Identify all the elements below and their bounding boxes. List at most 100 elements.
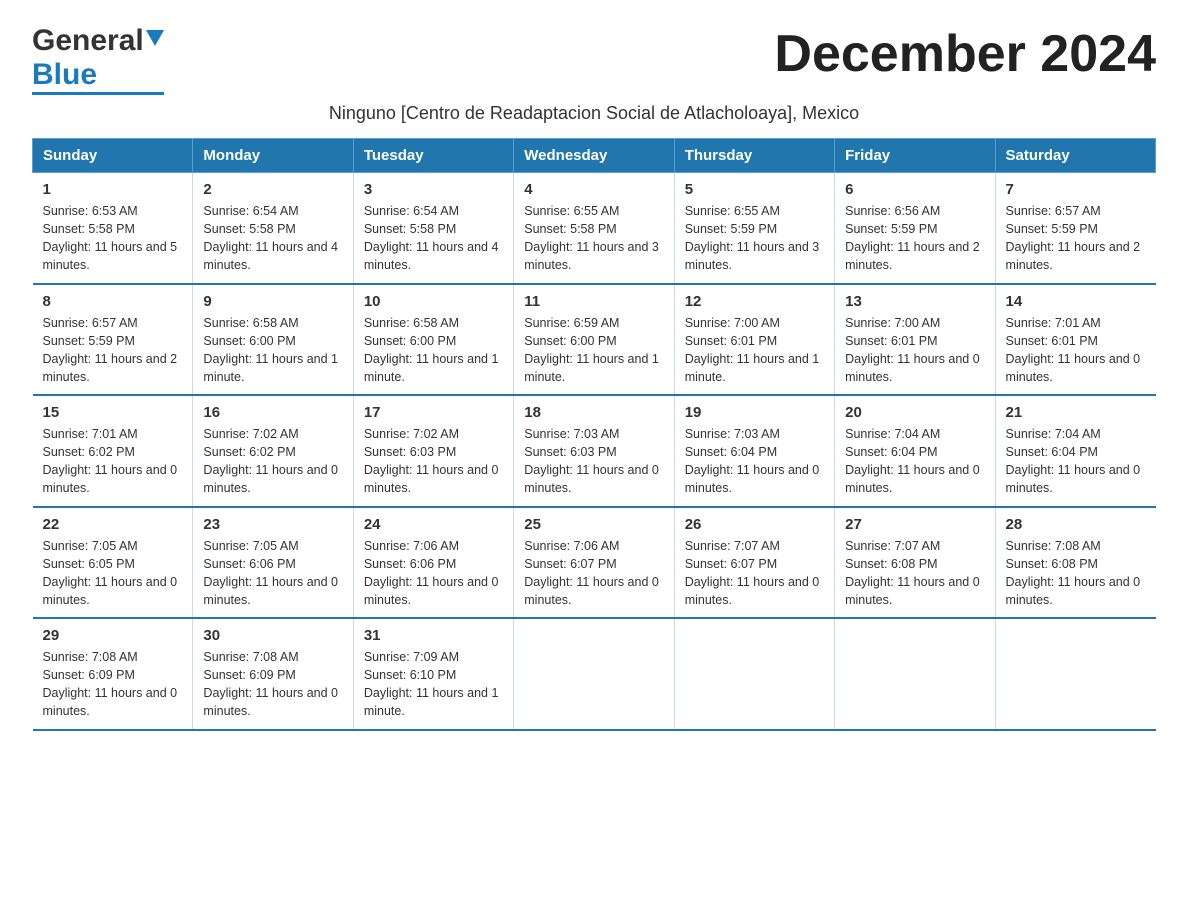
day-number: 25 — [524, 516, 663, 533]
day-info: Sunrise: 7:02 AMSunset: 6:03 PMDaylight:… — [364, 427, 499, 495]
day-cell: 5 Sunrise: 6:55 AMSunset: 5:59 PMDayligh… — [674, 173, 834, 284]
day-number: 10 — [364, 293, 503, 310]
day-info: Sunrise: 7:00 AMSunset: 6:01 PMDaylight:… — [685, 316, 820, 384]
calendar-header-row: SundayMondayTuesdayWednesdayThursdayFrid… — [33, 139, 1156, 173]
day-info: Sunrise: 6:55 AMSunset: 5:58 PMDaylight:… — [524, 204, 659, 272]
week-row-3: 15 Sunrise: 7:01 AMSunset: 6:02 PMDaylig… — [33, 395, 1156, 507]
logo-blue: Blue — [32, 58, 97, 92]
day-info: Sunrise: 6:54 AMSunset: 5:58 PMDaylight:… — [203, 204, 338, 272]
col-header-tuesday: Tuesday — [353, 139, 513, 173]
day-info: Sunrise: 6:58 AMSunset: 6:00 PMDaylight:… — [203, 316, 338, 384]
day-cell: 22 Sunrise: 7:05 AMSunset: 6:05 PMDaylig… — [33, 507, 193, 619]
day-number: 8 — [43, 293, 183, 310]
day-number: 5 — [685, 181, 824, 198]
logo: General Blue — [32, 24, 164, 95]
day-number: 3 — [364, 181, 503, 198]
day-info: Sunrise: 7:01 AMSunset: 6:02 PMDaylight:… — [43, 427, 178, 495]
day-cell: 15 Sunrise: 7:01 AMSunset: 6:02 PMDaylig… — [33, 395, 193, 507]
day-info: Sunrise: 7:08 AMSunset: 6:09 PMDaylight:… — [43, 650, 178, 718]
day-info: Sunrise: 7:03 AMSunset: 6:03 PMDaylight:… — [524, 427, 659, 495]
day-info: Sunrise: 6:58 AMSunset: 6:00 PMDaylight:… — [364, 316, 499, 384]
day-info: Sunrise: 6:56 AMSunset: 5:59 PMDaylight:… — [845, 204, 980, 272]
day-cell: 3 Sunrise: 6:54 AMSunset: 5:58 PMDayligh… — [353, 173, 513, 284]
day-number: 21 — [1006, 404, 1146, 421]
day-info: Sunrise: 7:07 AMSunset: 6:07 PMDaylight:… — [685, 539, 820, 607]
day-info: Sunrise: 7:07 AMSunset: 6:08 PMDaylight:… — [845, 539, 980, 607]
day-number: 17 — [364, 404, 503, 421]
day-number: 18 — [524, 404, 663, 421]
col-header-wednesday: Wednesday — [514, 139, 674, 173]
day-number: 24 — [364, 516, 503, 533]
day-cell: 18 Sunrise: 7:03 AMSunset: 6:03 PMDaylig… — [514, 395, 674, 507]
logo-triangle-icon — [146, 30, 164, 48]
col-header-friday: Friday — [835, 139, 995, 173]
day-cell: 21 Sunrise: 7:04 AMSunset: 6:04 PMDaylig… — [995, 395, 1155, 507]
day-info: Sunrise: 7:05 AMSunset: 6:06 PMDaylight:… — [203, 539, 338, 607]
day-cell: 23 Sunrise: 7:05 AMSunset: 6:06 PMDaylig… — [193, 507, 353, 619]
day-cell: 31 Sunrise: 7:09 AMSunset: 6:10 PMDaylig… — [353, 618, 513, 730]
day-cell: 13 Sunrise: 7:00 AMSunset: 6:01 PMDaylig… — [835, 284, 995, 396]
day-number: 7 — [1006, 181, 1146, 198]
week-row-5: 29 Sunrise: 7:08 AMSunset: 6:09 PMDaylig… — [33, 618, 1156, 730]
col-header-sunday: Sunday — [33, 139, 193, 173]
day-number: 14 — [1006, 293, 1146, 310]
subtitle: Ninguno [Centro de Readaptacion Social d… — [32, 103, 1156, 124]
day-number: 2 — [203, 181, 342, 198]
day-number: 31 — [364, 627, 503, 644]
day-info: Sunrise: 6:55 AMSunset: 5:59 PMDaylight:… — [685, 204, 820, 272]
day-cell: 26 Sunrise: 7:07 AMSunset: 6:07 PMDaylig… — [674, 507, 834, 619]
day-number: 6 — [845, 181, 984, 198]
day-number: 15 — [43, 404, 183, 421]
day-number: 29 — [43, 627, 183, 644]
day-cell: 2 Sunrise: 6:54 AMSunset: 5:58 PMDayligh… — [193, 173, 353, 284]
col-header-thursday: Thursday — [674, 139, 834, 173]
day-cell: 20 Sunrise: 7:04 AMSunset: 6:04 PMDaylig… — [835, 395, 995, 507]
day-cell: 16 Sunrise: 7:02 AMSunset: 6:02 PMDaylig… — [193, 395, 353, 507]
day-info: Sunrise: 7:08 AMSunset: 6:09 PMDaylight:… — [203, 650, 338, 718]
day-cell — [995, 618, 1155, 730]
day-info: Sunrise: 7:01 AMSunset: 6:01 PMDaylight:… — [1006, 316, 1141, 384]
day-number: 22 — [43, 516, 183, 533]
day-cell: 28 Sunrise: 7:08 AMSunset: 6:08 PMDaylig… — [995, 507, 1155, 619]
day-number: 23 — [203, 516, 342, 533]
day-cell: 27 Sunrise: 7:07 AMSunset: 6:08 PMDaylig… — [835, 507, 995, 619]
col-header-saturday: Saturday — [995, 139, 1155, 173]
day-number: 19 — [685, 404, 824, 421]
day-info: Sunrise: 7:08 AMSunset: 6:08 PMDaylight:… — [1006, 539, 1141, 607]
day-cell: 8 Sunrise: 6:57 AMSunset: 5:59 PMDayligh… — [33, 284, 193, 396]
day-cell: 14 Sunrise: 7:01 AMSunset: 6:01 PMDaylig… — [995, 284, 1155, 396]
day-number: 28 — [1006, 516, 1146, 533]
day-cell: 4 Sunrise: 6:55 AMSunset: 5:58 PMDayligh… — [514, 173, 674, 284]
day-cell: 11 Sunrise: 6:59 AMSunset: 6:00 PMDaylig… — [514, 284, 674, 396]
day-number: 30 — [203, 627, 342, 644]
day-number: 27 — [845, 516, 984, 533]
day-info: Sunrise: 7:09 AMSunset: 6:10 PMDaylight:… — [364, 650, 499, 718]
day-cell: 24 Sunrise: 7:06 AMSunset: 6:06 PMDaylig… — [353, 507, 513, 619]
day-info: Sunrise: 6:59 AMSunset: 6:00 PMDaylight:… — [524, 316, 659, 384]
day-number: 11 — [524, 293, 663, 310]
day-cell — [835, 618, 995, 730]
week-row-2: 8 Sunrise: 6:57 AMSunset: 5:59 PMDayligh… — [33, 284, 1156, 396]
calendar-table: SundayMondayTuesdayWednesdayThursdayFrid… — [32, 138, 1156, 731]
day-cell: 1 Sunrise: 6:53 AMSunset: 5:58 PMDayligh… — [33, 173, 193, 284]
day-number: 20 — [845, 404, 984, 421]
day-info: Sunrise: 7:00 AMSunset: 6:01 PMDaylight:… — [845, 316, 980, 384]
day-info: Sunrise: 7:02 AMSunset: 6:02 PMDaylight:… — [203, 427, 338, 495]
day-info: Sunrise: 7:06 AMSunset: 6:07 PMDaylight:… — [524, 539, 659, 607]
day-info: Sunrise: 6:57 AMSunset: 5:59 PMDaylight:… — [1006, 204, 1141, 272]
day-cell: 10 Sunrise: 6:58 AMSunset: 6:00 PMDaylig… — [353, 284, 513, 396]
day-info: Sunrise: 7:03 AMSunset: 6:04 PMDaylight:… — [685, 427, 820, 495]
col-header-monday: Monday — [193, 139, 353, 173]
day-info: Sunrise: 7:04 AMSunset: 6:04 PMDaylight:… — [845, 427, 980, 495]
logo-general: General — [32, 24, 144, 58]
day-cell: 6 Sunrise: 6:56 AMSunset: 5:59 PMDayligh… — [835, 173, 995, 284]
day-info: Sunrise: 6:54 AMSunset: 5:58 PMDaylight:… — [364, 204, 499, 272]
logo-underline — [32, 92, 164, 95]
header: General Blue December 2024 — [32, 24, 1156, 95]
day-cell: 12 Sunrise: 7:00 AMSunset: 6:01 PMDaylig… — [674, 284, 834, 396]
day-cell: 25 Sunrise: 7:06 AMSunset: 6:07 PMDaylig… — [514, 507, 674, 619]
day-number: 12 — [685, 293, 824, 310]
day-cell: 19 Sunrise: 7:03 AMSunset: 6:04 PMDaylig… — [674, 395, 834, 507]
day-number: 13 — [845, 293, 984, 310]
day-info: Sunrise: 6:57 AMSunset: 5:59 PMDaylight:… — [43, 316, 178, 384]
